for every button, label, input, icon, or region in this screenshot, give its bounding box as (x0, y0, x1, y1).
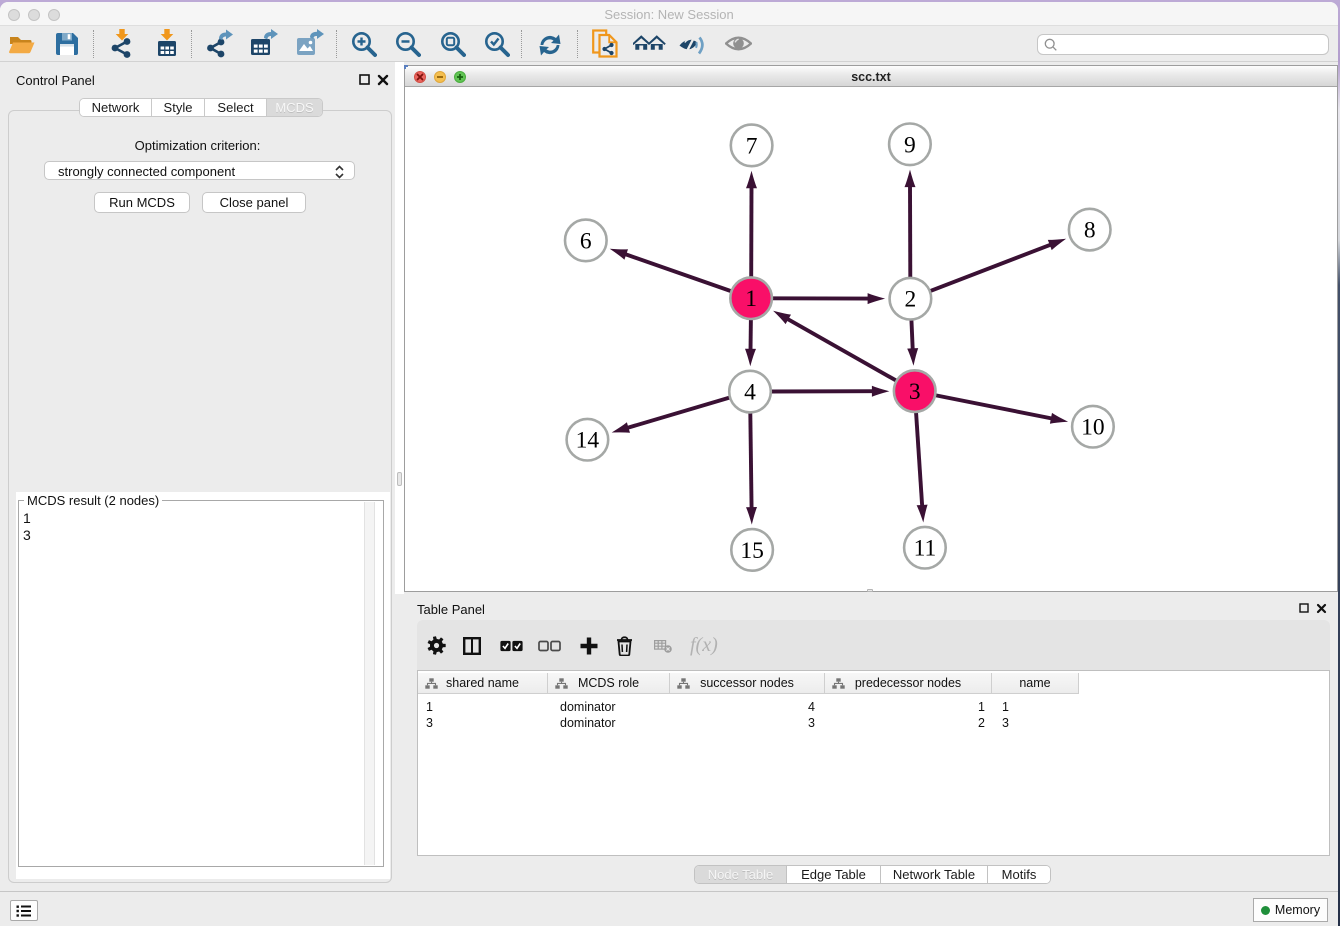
svg-text:3: 3 (909, 379, 921, 405)
svg-text:9: 9 (904, 132, 916, 158)
svg-text:11: 11 (914, 536, 937, 562)
svg-text:2: 2 (905, 287, 917, 313)
svg-text:14: 14 (576, 428, 600, 454)
svg-text:10: 10 (1081, 415, 1105, 441)
svg-text:8: 8 (1084, 218, 1096, 244)
svg-text:6: 6 (580, 228, 592, 254)
svg-text:15: 15 (740, 538, 764, 564)
svg-text:4: 4 (744, 380, 756, 406)
svg-text:1: 1 (745, 286, 757, 312)
svg-text:7: 7 (746, 133, 758, 159)
